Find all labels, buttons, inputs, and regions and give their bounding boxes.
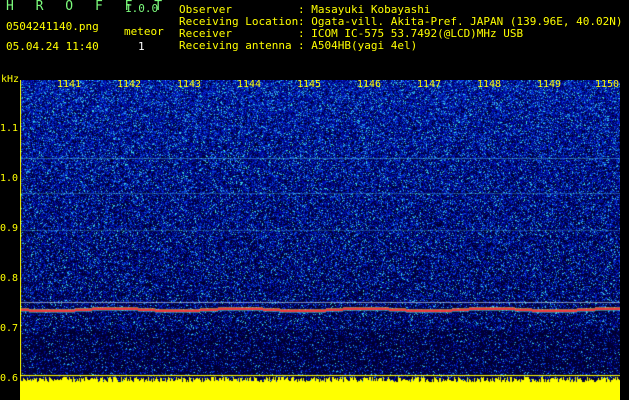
app-version: 1.0.0	[125, 2, 159, 15]
y-tick-0-6: 0.6	[0, 373, 19, 384]
y-tick-0-7: 0.7	[0, 323, 19, 334]
y-axis-unit: kHz	[1, 74, 20, 85]
y-tick-0-9: 0.9	[0, 223, 19, 234]
y-tick-0-8: 0.8	[0, 273, 19, 284]
x-tick-1147: 1147	[417, 79, 442, 90]
x-tick-1144: 1144	[237, 79, 262, 90]
y-tick-1-1: 1.1	[0, 123, 19, 134]
meteor-count: 1	[138, 40, 145, 53]
spectrogram	[20, 80, 620, 400]
x-tick-1141: 1141	[57, 79, 82, 90]
x-tick-1142: 1142	[117, 79, 142, 90]
file-name: 0504241140.png	[6, 20, 99, 33]
x-tick-1146: 1146	[357, 79, 382, 90]
info-antenna-value: : A504HB(yagi 4el)	[298, 39, 418, 52]
y-tick-1-0: 1.0	[0, 173, 19, 184]
x-tick-1150: 1150	[595, 79, 620, 90]
x-tick-1149: 1149	[537, 79, 562, 90]
x-tick-1143: 1143	[177, 79, 202, 90]
x-tick-1145: 1145	[297, 79, 322, 90]
x-tick-1148: 1148	[477, 79, 502, 90]
meteor-label: meteor	[124, 25, 164, 38]
info-antenna-key: Receiving antenna	[179, 39, 292, 52]
timestamp: 05.04.24 11:40	[6, 40, 99, 53]
